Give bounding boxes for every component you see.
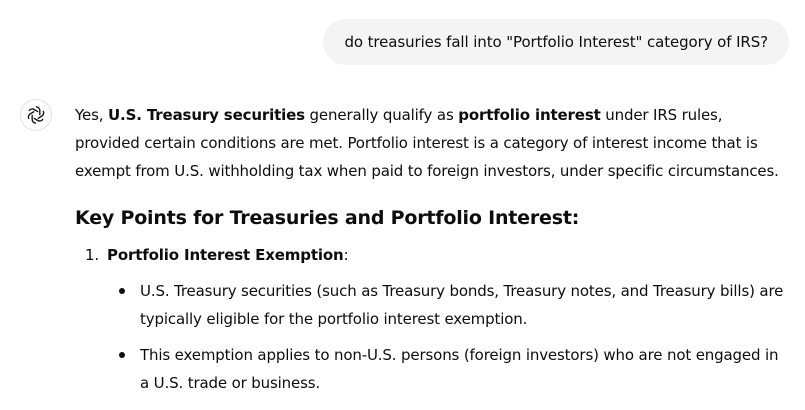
intro-bold-treasury: U.S. Treasury securities bbox=[108, 106, 305, 124]
user-message-text: do treasuries fall into "Portfolio Inter… bbox=[344, 33, 768, 51]
intro-text-2: generally qualify as bbox=[304, 106, 459, 124]
intro-text-1: Yes, bbox=[75, 106, 109, 124]
list-item: This exemption applies to non-U.S. perso… bbox=[115, 341, 787, 397]
bullet-dot bbox=[115, 277, 140, 333]
bullet-text: This exemption applies to non-U.S. perso… bbox=[140, 346, 779, 392]
numbered-item: 1. Portfolio Interest Exemption: bbox=[75, 241, 787, 269]
bullet-list: U.S. Treasury securities (such as Treasu… bbox=[75, 277, 787, 397]
intro-paragraph: Yes, U.S. Treasury securities generally … bbox=[75, 101, 787, 185]
bullet-text: U.S. Treasury securities (such as Treasu… bbox=[140, 282, 784, 328]
section-heading: Key Points for Treasuries and Portfolio … bbox=[75, 207, 580, 229]
item-title-line: Portfolio Interest Exemption: bbox=[107, 241, 349, 269]
intro-bold-portfolio: portfolio interest bbox=[458, 106, 601, 124]
item-title: Portfolio Interest Exemption bbox=[107, 246, 344, 264]
user-message-bubble: do treasuries fall into "Portfolio Inter… bbox=[323, 19, 789, 65]
assistant-message: Yes, U.S. Treasury securities generally … bbox=[75, 101, 787, 405]
openai-logo-icon bbox=[27, 106, 45, 124]
list-item: U.S. Treasury securities (such as Treasu… bbox=[115, 277, 787, 333]
assistant-avatar bbox=[20, 99, 52, 131]
bullet-dot bbox=[115, 341, 140, 397]
item-number: 1. bbox=[85, 246, 100, 264]
item-title-suffix: : bbox=[343, 246, 349, 264]
